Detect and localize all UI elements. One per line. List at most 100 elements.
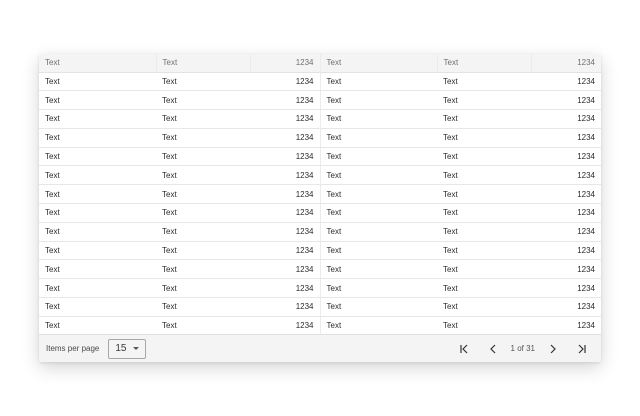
table-cell: Text: [156, 72, 250, 92]
previous-page-icon: [488, 344, 498, 354]
table-row[interactable]: Text Text 1234 Text Text 1234: [39, 297, 601, 317]
table-cell: Text: [320, 109, 437, 129]
table-cell: Text: [39, 90, 156, 111]
pagination-footer: Items per page 15 1 of 31: [39, 334, 601, 362]
table-cell: Text: [39, 222, 156, 242]
chevron-down-icon: [133, 347, 140, 350]
table-cell: Text: [39, 72, 156, 92]
table-cell: Text: [320, 222, 437, 242]
table-cell: 1234: [531, 90, 601, 111]
table-cell: Text: [39, 184, 156, 205]
table-cell: 1234: [250, 278, 321, 299]
table-cell: Text: [320, 90, 437, 111]
table-cell: Text: [156, 128, 250, 148]
table-cell: Text: [437, 72, 531, 92]
table-cell: Text: [39, 316, 156, 336]
table-cell: Text: [320, 184, 437, 205]
table-cell: Text: [437, 297, 531, 317]
table-cell: 1234: [250, 147, 321, 167]
table-cell: 1234: [250, 128, 321, 148]
table-row[interactable]: Text Text 1234 Text Text 1234: [39, 259, 601, 280]
column-header[interactable]: 1234: [250, 54, 321, 73]
column-header[interactable]: Text: [320, 54, 438, 73]
table-cell: 1234: [531, 147, 601, 167]
table-row[interactable]: Text Text 1234 Text Text 1234: [39, 278, 601, 299]
first-page-button[interactable]: [451, 339, 479, 359]
table-cell: Text: [156, 222, 250, 242]
table-cell: Text: [320, 147, 437, 167]
table-cell: Text: [437, 222, 531, 242]
table-cell: Text: [437, 316, 531, 336]
table-cell: Text: [156, 184, 250, 205]
table-cell: 1234: [531, 316, 601, 336]
first-page-icon: [459, 344, 471, 354]
column-header[interactable]: 1234: [531, 54, 601, 73]
table-cell: 1234: [531, 128, 601, 148]
table-cell: Text: [39, 278, 156, 299]
table-cell: Text: [39, 165, 156, 186]
last-page-icon: [575, 344, 587, 354]
column-header[interactable]: Text: [39, 54, 157, 73]
pagination-controls: 1 of 31: [451, 339, 595, 359]
table-cell: Text: [320, 165, 437, 186]
table-cell: Text: [39, 128, 156, 148]
table-cell: 1234: [250, 297, 321, 317]
table-cell: 1234: [250, 90, 321, 111]
items-per-page-label: Items per page: [46, 344, 100, 353]
table-cell: Text: [39, 241, 156, 261]
table-row[interactable]: Text Text 1234 Text Text 1234: [39, 184, 601, 205]
table-cell: Text: [39, 259, 156, 280]
table-cell: Text: [320, 203, 437, 223]
table-cell: 1234: [250, 222, 321, 242]
next-page-icon: [548, 344, 558, 354]
table-cell: 1234: [531, 241, 601, 261]
table-row[interactable]: Text Text 1234 Text Text 1234: [39, 90, 601, 111]
table-row[interactable]: Text Text 1234 Text Text 1234: [39, 72, 601, 92]
table-cell: Text: [437, 90, 531, 111]
table-cell: Text: [320, 241, 437, 261]
items-per-page-select[interactable]: 15: [108, 338, 147, 359]
data-table-card: Text Text 1234 Text Text 1234 Text Text 12…: [39, 54, 601, 362]
table-row[interactable]: Text Text 1234 Text Text 1234: [39, 316, 601, 336]
data-table: Text Text 1234 Text Text 1234 Text Text 12…: [39, 54, 601, 336]
table-cell: 1234: [531, 72, 601, 92]
table-row[interactable]: Text Text 1234 Text Text 1234: [39, 128, 601, 148]
previous-page-button[interactable]: [479, 339, 507, 359]
last-page-button[interactable]: [567, 339, 595, 359]
table-cell: Text: [320, 297, 437, 317]
table-body: Text Text 1234 Text Text 1234 Text Text 1234 Text…: [39, 72, 601, 336]
table-cell: 1234: [531, 278, 601, 299]
table-cell: Text: [39, 109, 156, 129]
table-cell: Text: [156, 297, 250, 317]
table-cell: Text: [156, 147, 250, 167]
table-row[interactable]: Text Text 1234 Text Text 1234: [39, 203, 601, 223]
page-indicator: 1 of 31: [510, 344, 535, 353]
table-cell: Text: [320, 72, 437, 92]
table-cell: Text: [156, 241, 250, 261]
table-row[interactable]: Text Text 1234 Text Text 1234: [39, 241, 601, 261]
next-page-button[interactable]: [539, 339, 567, 359]
table-cell: Text: [156, 109, 250, 129]
column-header[interactable]: Text: [156, 54, 251, 73]
table-cell: Text: [156, 278, 250, 299]
table-cell: Text: [437, 184, 531, 205]
table-cell: 1234: [250, 109, 321, 129]
table-cell: 1234: [250, 316, 321, 336]
table-cell: Text: [437, 259, 531, 280]
table-cell: 1234: [531, 109, 601, 129]
table-cell: Text: [437, 165, 531, 186]
table-cell: 1234: [250, 184, 321, 205]
table-cell: Text: [437, 241, 531, 261]
table-cell: Text: [39, 203, 156, 223]
table-cell: 1234: [531, 165, 601, 186]
column-header[interactable]: Text: [437, 54, 532, 73]
table-cell: Text: [437, 278, 531, 299]
table-cell: Text: [437, 128, 531, 148]
table-cell: 1234: [250, 259, 321, 280]
table-row[interactable]: Text Text 1234 Text Text 1234: [39, 109, 601, 129]
items-per-page-value: 15: [115, 343, 127, 354]
table-row[interactable]: Text Text 1234 Text Text 1234: [39, 165, 601, 186]
table-row[interactable]: Text Text 1234 Text Text 1234: [39, 222, 601, 242]
table-cell: 1234: [531, 297, 601, 317]
table-row[interactable]: Text Text 1234 Text Text 1234: [39, 147, 601, 167]
